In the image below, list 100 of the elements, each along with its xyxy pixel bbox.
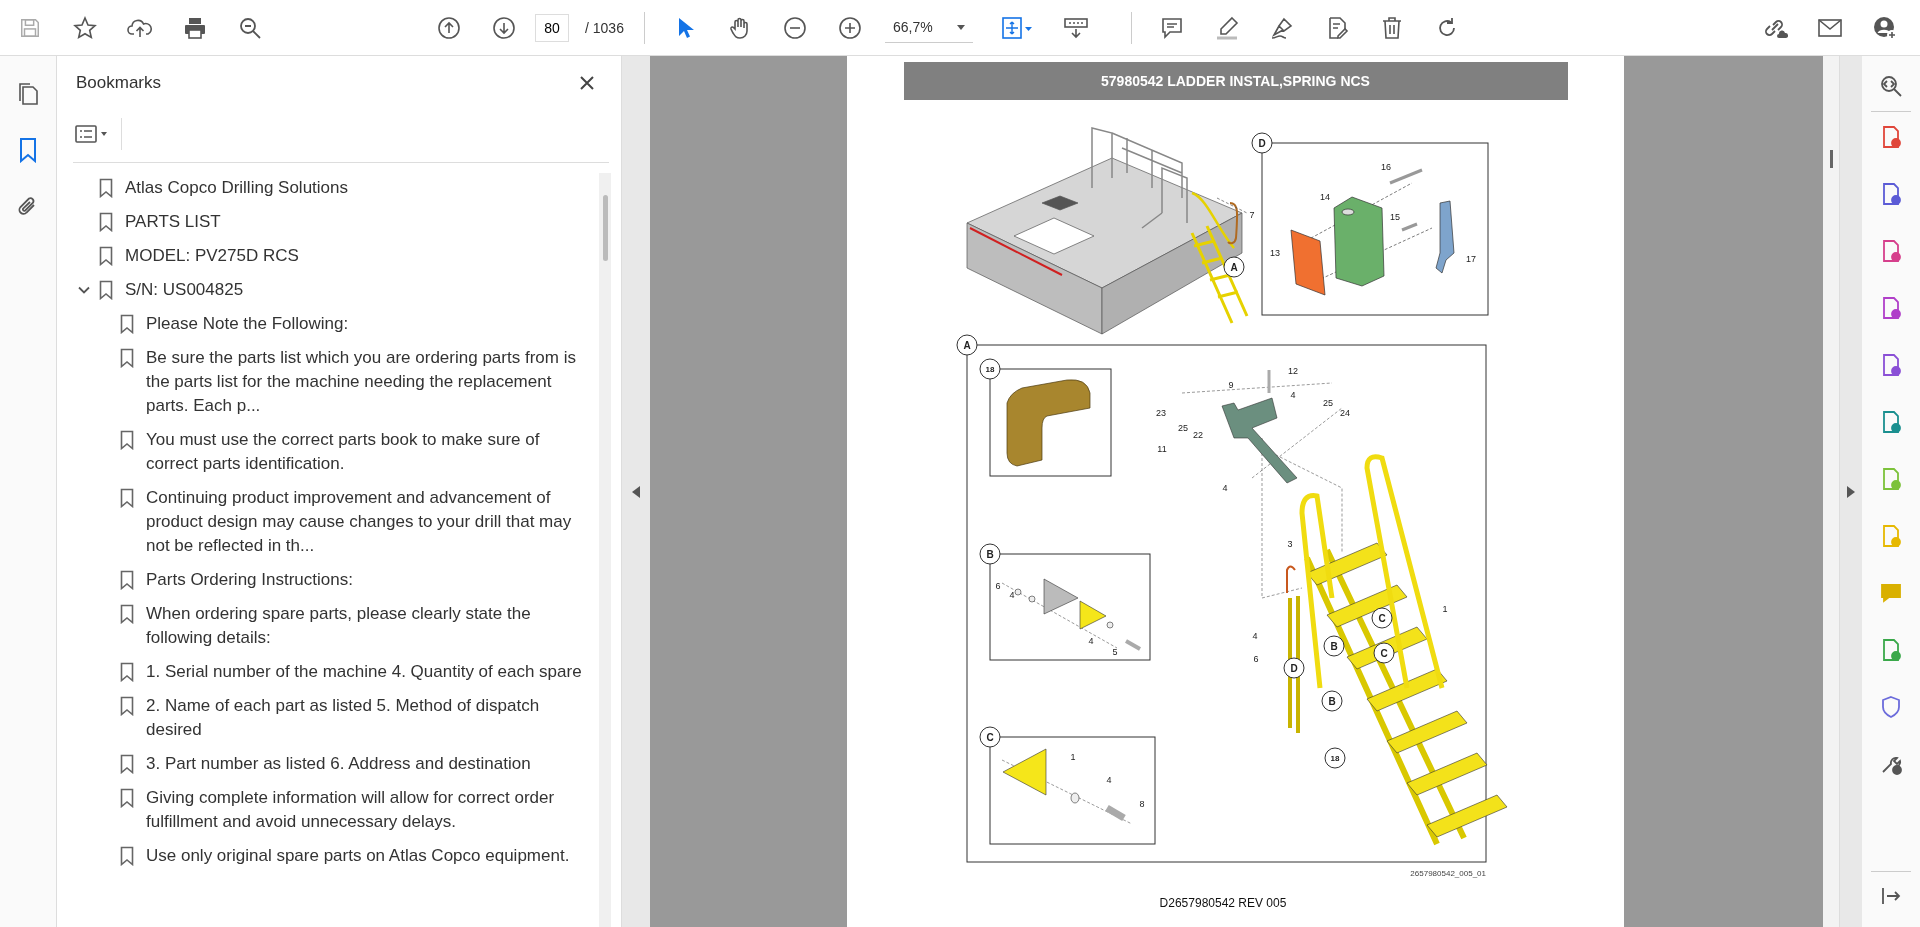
bookmark-icon [120, 696, 134, 716]
callout-number: 14 [1320, 192, 1330, 202]
view-marker: B [979, 543, 1001, 565]
search-icon [238, 15, 262, 40]
callout-number: 23 [1156, 408, 1166, 418]
callout-marker: A [1223, 256, 1245, 278]
document-revision: D2657980542 REV 005 [1159, 896, 1287, 910]
collapse-left-icon[interactable] [632, 485, 640, 498]
bookmark-item[interactable]: Please Note the Following: [146, 312, 349, 336]
bookmark-item[interactable]: 2. Name of each part as listed 5. Method of dispatch desired [146, 694, 593, 742]
callout-number: 4 [1290, 390, 1296, 400]
arrow-up-icon [437, 15, 461, 40]
callout-number: 4 [1009, 590, 1015, 600]
callout-number: 6 [1253, 654, 1259, 664]
callout-number: 5 [1112, 647, 1118, 657]
view-marker: A [956, 334, 978, 356]
save-icon [19, 16, 41, 39]
bookmark-item[interactable]: PARTS LIST [125, 210, 221, 234]
bookmark-item[interactable]: 3. Part number as listed 6. Address and destination [146, 752, 531, 776]
callout-number: 6 [995, 581, 1001, 591]
callout-number: 7 [1249, 210, 1255, 220]
bookmark-icon [99, 212, 113, 232]
bookmark-item[interactable]: S/N: US004825 [125, 278, 244, 302]
scrollbar-thumb[interactable] [602, 195, 608, 261]
callout-number: 4 [1252, 631, 1258, 641]
bookmark-item[interactable]: Use only original spare parts on Atlas Copco equipment. [146, 844, 570, 868]
callout-marker: B [1321, 690, 1343, 712]
bookmark-item[interactable]: When ordering spare parts, please clearly state the following details: [146, 602, 593, 650]
bookmark-item[interactable]: 1. Serial number of the machine 4. Quantity of each spare [146, 660, 582, 684]
bookmark-icon [120, 430, 134, 450]
keyboard-icon [1062, 15, 1089, 40]
callout-number: 13 [1270, 248, 1280, 258]
bookmark-item[interactable]: Continuing product improvement and advancement of product design may cause changes to your drill that may not be reflected in th... [146, 486, 593, 558]
callout-number: 4 [1088, 636, 1094, 646]
highlighter-icon [1214, 15, 1239, 40]
bookmark-icon [19, 137, 37, 163]
callout-number: 17 [1466, 254, 1476, 264]
bookmark-icon [120, 662, 134, 682]
callout-number: 22 [1193, 430, 1203, 440]
bookmark-icon [120, 488, 134, 508]
bookmark-icon [120, 754, 134, 774]
callout-marker: C [1373, 642, 1395, 664]
envelope-icon [1818, 17, 1842, 38]
callout-number: 11 [1157, 444, 1167, 454]
callout-number: 12 [1288, 366, 1298, 376]
page-total: / 1036 [585, 19, 624, 36]
callout-marker: 18 [1324, 747, 1346, 769]
speech-bubble-icon [1159, 15, 1184, 40]
callout-number: 4 [1106, 775, 1112, 785]
page-number-field[interactable]: 80 [535, 13, 569, 42]
user-add-icon [1872, 14, 1898, 41]
callout-number: 8 [1139, 799, 1145, 809]
callout-number: 1 [1070, 752, 1076, 762]
plus-icon [837, 15, 862, 40]
bookmark-icon [99, 280, 113, 300]
callout-number: 3 [1287, 539, 1293, 549]
bookmark-item[interactable]: You must use the correct parts book to make sure of correct parts identification. [146, 428, 593, 476]
bookmark-item[interactable]: Be sure the parts list which you are ordering parts from is the parts list for the machine needing the replacement parts. Each p... [146, 346, 593, 418]
minus-icon [782, 15, 807, 40]
bookmark-item[interactable]: Atlas Copco Drilling Solutions [125, 176, 348, 200]
bookmark-item[interactable]: Parts Ordering Instructions: [146, 568, 353, 592]
callout-marker: B [1323, 635, 1345, 657]
zoom-icon[interactable] [1879, 74, 1903, 98]
callout-number: 25 [1323, 398, 1333, 408]
callout-number: 4 [1222, 483, 1228, 493]
callout-marker: D [1283, 657, 1305, 679]
bookmark-item[interactable]: Giving complete information will allow for correct order fulfillment and avoid unnecessary delays. [146, 786, 593, 834]
trash-icon [1380, 15, 1403, 40]
options-button[interactable] [73, 118, 122, 150]
view-marker: C [979, 726, 1001, 748]
exit-icon[interactable] [1880, 885, 1902, 907]
chevron-down-icon [78, 284, 90, 296]
callout-number: 24 [1340, 408, 1350, 418]
bookmark-icon [120, 788, 134, 808]
bookmark-icon [120, 314, 134, 334]
bookmark-icon [99, 178, 113, 198]
shield-icon[interactable] [1879, 695, 1903, 719]
bookmark-icon [120, 348, 134, 368]
bookmark-icon [120, 846, 134, 866]
view-marker: 18 [979, 358, 1001, 380]
callout-marker: C [1371, 607, 1393, 629]
page-title-bar: 57980542 LADDER INSTAL,SPRING NCS [903, 62, 1568, 100]
pages-icon [17, 82, 39, 106]
scrollbar-thumb[interactable] [1829, 150, 1833, 168]
callout-number: 1 [1442, 604, 1448, 614]
bookmark-icon [99, 246, 113, 266]
drawing-number: 2657980542_005_01 [1410, 869, 1486, 878]
collapse-right-icon[interactable] [1847, 485, 1855, 498]
zoom-dropdown[interactable]: 66,7% [884, 12, 973, 43]
star-icon [73, 15, 97, 40]
callout-number: 9 [1228, 380, 1234, 390]
bookmark-item[interactable]: MODEL: PV275D RCS [125, 244, 299, 268]
view-marker: D [1251, 132, 1273, 154]
pen-icon [1269, 15, 1294, 40]
callout-number: 16 [1381, 162, 1391, 172]
caret-icon [956, 24, 965, 30]
panel-title: Bookmarks [76, 73, 162, 93]
bookmark-icon [120, 570, 134, 590]
arrow-down-icon [492, 15, 516, 40]
callout-number: 25 [1178, 423, 1188, 433]
